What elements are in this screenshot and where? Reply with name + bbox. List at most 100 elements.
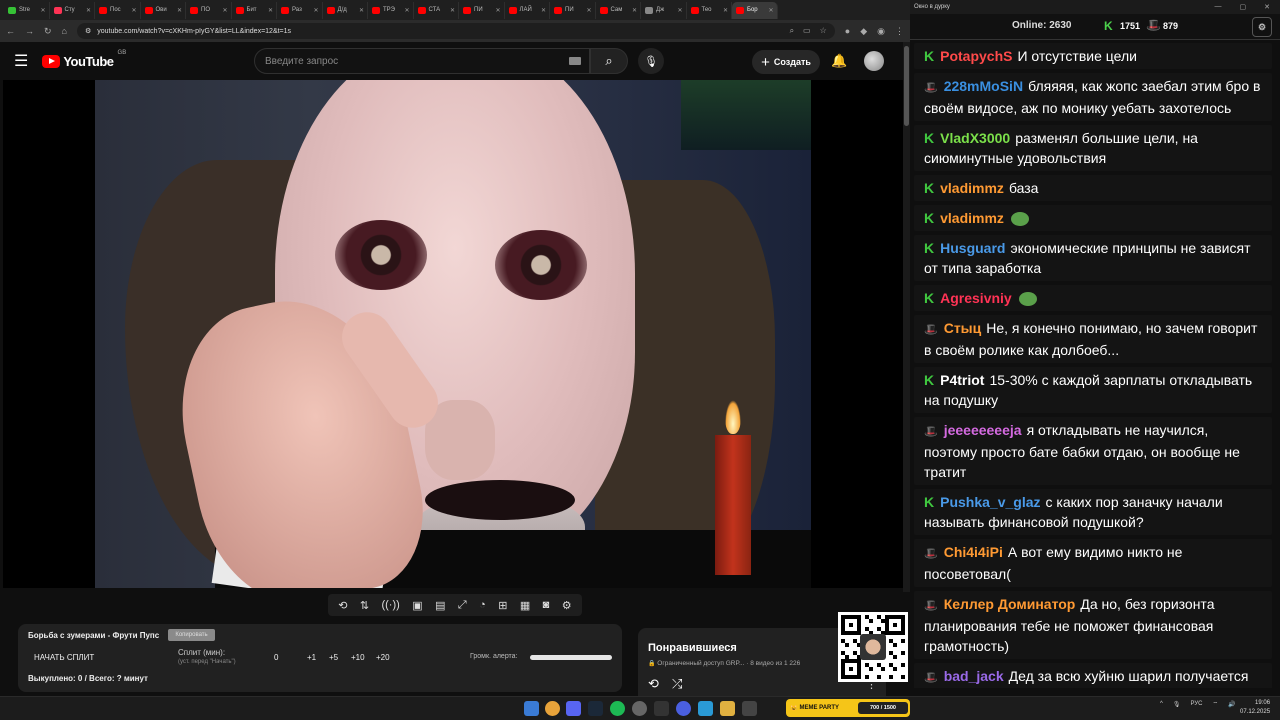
chat-nick[interactable]: Pushka_v_glaz <box>940 494 1040 510</box>
extensions-icon[interactable]: ◆ <box>860 26 867 37</box>
tab-close-icon[interactable]: ✕ <box>222 7 227 14</box>
meme-party-widget[interactable]: 😺 MEME PARTY 700 / 1500 <box>786 699 910 717</box>
browser-tab[interactable]: Бит ✕ <box>232 1 277 19</box>
view-icon[interactable]: ▣ <box>412 599 422 612</box>
increment-5-button[interactable]: +5 <box>329 653 338 662</box>
chat-nick[interactable]: Келлер Доминатор <box>944 596 1076 612</box>
browser-menu-icon[interactable]: ⋮ <box>895 26 904 37</box>
chat-nick[interactable]: Agresivniy <box>940 290 1012 306</box>
playlist-icon[interactable]: ▤ <box>435 599 445 612</box>
address-bar[interactable]: ⚙ youtube.com/watch?v=cXKHm-pIyGY&list=L… <box>76 23 835 39</box>
mic-tray-icon[interactable]: 🎙 <box>1173 701 1181 708</box>
browser-tab[interactable]: ПИ ✕ <box>550 1 596 19</box>
hamburger-menu-icon[interactable]: ☰ <box>14 51 28 71</box>
tab-close-icon[interactable]: ✕ <box>359 7 364 14</box>
browser-tab[interactable]: Сам ✕ <box>596 1 641 19</box>
chat-nick[interactable]: vladimmz <box>940 180 1004 196</box>
chat-list[interactable]: K PotapychS И отсутствие цели 🎩 228mMoSiN бля… <box>914 40 1272 688</box>
avatar[interactable] <box>864 51 884 71</box>
zoom-icon[interactable]: ⌕ <box>790 26 794 36</box>
browser-tab[interactable]: Раз ✕ <box>277 1 323 19</box>
steam-icon[interactable] <box>588 701 603 716</box>
obs-icon[interactable] <box>632 701 647 716</box>
volume-icon[interactable]: 🔊 <box>1228 701 1235 708</box>
clock[interactable]: 19:06 07.12.2025 <box>1240 699 1270 717</box>
audio-icon[interactable]: ((·)) <box>381 599 399 611</box>
chat-settings-icon[interactable]: ⚙ <box>1252 17 1272 37</box>
app3-icon[interactable] <box>742 701 757 716</box>
browser-tab[interactable]: Stre ✕ <box>4 1 50 19</box>
speed-icon[interactable]: ◔ <box>479 599 486 611</box>
chrome-icon[interactable] <box>545 701 560 716</box>
minimize-icon[interactable]: — <box>1215 3 1222 11</box>
voice-search-button[interactable]: 🎙 <box>638 48 664 74</box>
home-icon[interactable]: ⌂ <box>62 26 67 36</box>
discord-icon[interactable] <box>566 701 581 716</box>
tab-close-icon[interactable]: ✕ <box>632 7 637 14</box>
tab-close-icon[interactable]: ✕ <box>268 7 273 14</box>
keyboard-icon[interactable] <box>569 57 581 65</box>
copy-button[interactable]: Копировать <box>168 629 215 641</box>
chat-nick[interactable]: vladimmz <box>940 210 1004 226</box>
page-scrollbar[interactable] <box>903 42 910 592</box>
app-icon[interactable] <box>654 701 669 716</box>
volume-slider[interactable] <box>530 655 612 660</box>
video-player[interactable] <box>3 80 903 588</box>
shuffle-icon[interactable]: ⤮ <box>672 676 682 692</box>
tab-close-icon[interactable]: ✕ <box>40 7 45 14</box>
chat-nick[interactable]: PotapychS <box>940 48 1012 64</box>
extension-icon[interactable]: ● <box>845 26 850 36</box>
bookmark-star-icon[interactable]: ☆ <box>820 26 827 36</box>
chat-nick[interactable]: Стыц <box>944 320 982 336</box>
chat-nick[interactable]: jeeeeeeeeja <box>944 422 1022 438</box>
resize-icon[interactable]: ⤢ <box>458 599 467 612</box>
browser-tab[interactable]: Ови ✕ <box>141 1 186 19</box>
close-icon[interactable]: ✕ <box>1264 3 1270 11</box>
loop-icon[interactable]: ⟲ <box>338 599 347 612</box>
site-info-icon[interactable]: ⚙ <box>85 27 91 35</box>
app2-icon[interactable] <box>676 701 691 716</box>
chat-nick[interactable]: Husguard <box>940 240 1005 256</box>
tab-close-icon[interactable]: ✕ <box>495 7 500 14</box>
increment-1-button[interactable]: +1 <box>307 653 316 662</box>
browser-tab[interactable]: СТА ✕ <box>414 1 459 19</box>
browser-tab[interactable]: Тео ✕ <box>687 1 732 19</box>
playlist-title[interactable]: Понравившиеся <box>648 642 737 654</box>
chevron-up-icon[interactable]: ^ <box>1160 701 1163 707</box>
camera-icon[interactable]: ◙ <box>543 599 550 611</box>
search-button[interactable]: ⌕ <box>590 48 628 74</box>
chat-nick[interactable]: VladX3000 <box>940 130 1010 146</box>
chat-nick[interactable]: 228mMoSiN <box>944 78 1023 94</box>
browser-tab[interactable]: Бор ✕ <box>732 1 778 19</box>
chat-nick[interactable]: P4triot <box>940 372 984 388</box>
browser-tab[interactable]: Пос ✕ <box>95 1 141 19</box>
tab-close-icon[interactable]: ✕ <box>586 7 591 14</box>
language-indicator[interactable]: РУС <box>1190 701 1202 707</box>
tab-close-icon[interactable]: ✕ <box>677 7 682 14</box>
browser-tab[interactable]: ЛАЙ ✕ <box>505 1 550 19</box>
back-icon[interactable]: ← <box>6 26 15 36</box>
spotify-icon[interactable] <box>610 701 625 716</box>
sort-icon[interactable]: ⇅ <box>360 599 369 612</box>
youtube-logo[interactable]: YouTube GB <box>42 50 126 69</box>
chat-nick[interactable]: Chi4i4iPi <box>944 544 1003 560</box>
browser-tab[interactable]: Сту ✕ <box>50 1 95 19</box>
browser-tab[interactable]: ПО ✕ <box>186 1 232 19</box>
profile-icon[interactable]: ◉ <box>877 26 885 37</box>
repeat-icon[interactable]: ⟲ <box>648 676 659 692</box>
gear-icon[interactable]: ⚙ <box>562 599 572 612</box>
tab-close-icon[interactable]: ✕ <box>541 7 546 14</box>
browser-tab[interactable]: ТРЭ ✕ <box>368 1 414 19</box>
reload-icon[interactable]: ↻ <box>44 26 52 37</box>
start-icon[interactable] <box>524 701 539 716</box>
tab-close-icon[interactable]: ✕ <box>177 7 182 14</box>
forward-icon[interactable]: → <box>25 26 34 36</box>
tab-close-icon[interactable]: ✕ <box>450 7 455 14</box>
browser-tab[interactable]: ПИ ✕ <box>459 1 505 19</box>
wifi-icon[interactable]: ⌔ <box>1212 700 1218 708</box>
screenshot-icon[interactable]: ⊞ <box>498 599 507 612</box>
increment-20-button[interactable]: +20 <box>376 653 390 662</box>
start-split-button[interactable]: НАЧАТЬ СПЛИТ <box>34 653 94 662</box>
tab-close-icon[interactable]: ✕ <box>313 7 318 14</box>
tab-close-icon[interactable]: ✕ <box>404 7 409 14</box>
